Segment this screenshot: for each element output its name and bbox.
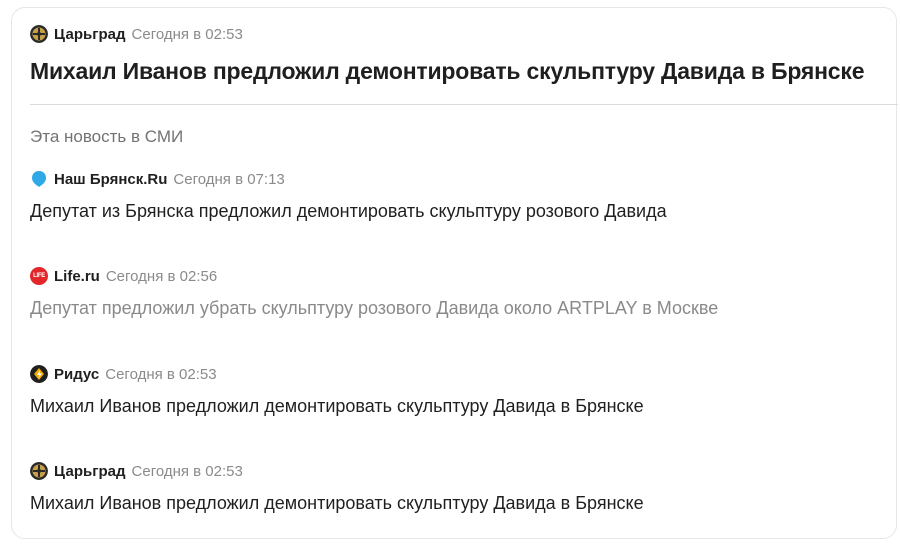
main-headline[interactable]: Михаил Иванов предложил демонтировать ск… xyxy=(30,58,864,85)
item-headline[interactable]: Михаил Иванов предложил демонтировать ск… xyxy=(30,493,890,514)
news-item[interactable]: Наш Брянск.Ru Сегодня в 07:13 Депутат из… xyxy=(30,167,890,222)
ridus-logo-icon xyxy=(30,365,48,383)
source-name[interactable]: Ридус xyxy=(54,366,99,383)
news-item[interactable]: LIFE Life.ru Сегодня в 02:56 Депутат пре… xyxy=(30,264,890,319)
source-name[interactable]: Царьград xyxy=(54,463,126,480)
news-card: Царьград Сегодня в 02:53 Михаил Иванов п… xyxy=(11,7,898,539)
divider xyxy=(30,104,898,105)
source-time: Сегодня в 07:13 xyxy=(173,170,285,188)
tsargrad-logo-icon xyxy=(30,462,48,480)
source-time: Сегодня в 02:53 xyxy=(131,462,243,480)
main-source-time: Сегодня в 02:53 xyxy=(131,25,243,43)
main-source-line: Царьград Сегодня в 02:53 xyxy=(30,22,243,46)
section-title: Эта новость в СМИ xyxy=(30,127,184,146)
news-item[interactable]: Царьград Сегодня в 02:53 Михаил Иванов п… xyxy=(30,459,890,514)
drop-icon xyxy=(30,170,48,188)
source-name[interactable]: Наш Брянск.Ru xyxy=(54,171,167,188)
news-item[interactable]: Ридус Сегодня в 02:53 Михаил Иванов пред… xyxy=(30,362,890,417)
source-time: Сегодня в 02:56 xyxy=(105,267,218,285)
source-time: Сегодня в 02:53 xyxy=(105,365,217,383)
life-logo-icon: LIFE xyxy=(30,267,48,285)
item-headline[interactable]: Депутат предложил убрать скульптуру розо… xyxy=(30,298,890,319)
item-headline[interactable]: Михаил Иванов предложил демонтировать ск… xyxy=(30,396,890,417)
life-logo-text: LIFE xyxy=(33,273,45,279)
item-headline[interactable]: Депутат из Брянска предложил демонтирова… xyxy=(30,201,890,222)
main-source-name[interactable]: Царьград xyxy=(54,26,126,43)
source-name[interactable]: Life.ru xyxy=(54,268,100,285)
tsargrad-logo-icon xyxy=(30,25,48,43)
